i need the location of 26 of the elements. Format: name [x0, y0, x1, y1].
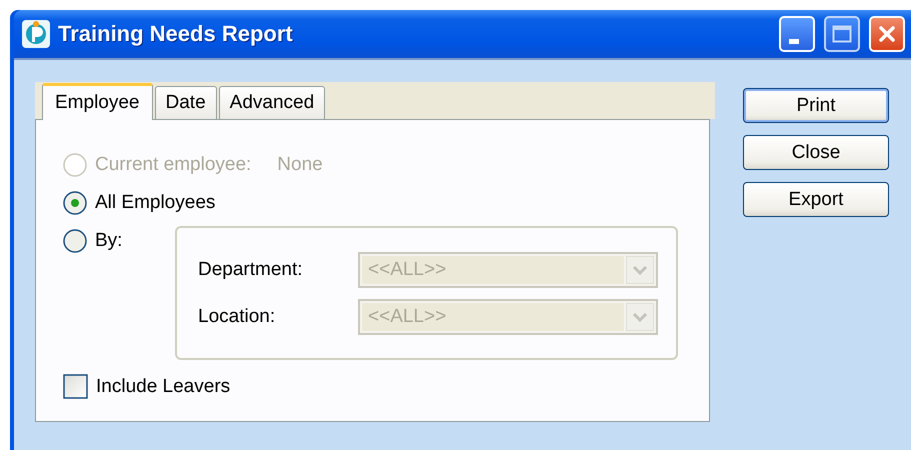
tab[interactable]: Advanced [218, 86, 326, 119]
checkbox[interactable] [63, 374, 88, 399]
action-button[interactable]: Print [743, 88, 889, 123]
caret-icon [633, 312, 647, 322]
maximize-button[interactable] [824, 16, 860, 52]
maximize-icon [832, 25, 852, 43]
radio-button[interactable] [63, 229, 87, 253]
option-label: Current employee: [95, 154, 252, 176]
option-value: None [277, 154, 323, 176]
radio-button[interactable] [63, 191, 87, 215]
app-logo-icon [22, 20, 50, 48]
window-title: Training Needs Report [58, 21, 294, 47]
close-icon [878, 25, 896, 43]
minimize-icon [789, 38, 799, 44]
close-button[interactable] [869, 16, 905, 52]
option-label: By: [95, 230, 122, 252]
action-button[interactable]: Close [743, 135, 889, 170]
caret-icon [633, 266, 647, 274]
field-label: Department: [198, 259, 304, 281]
field-label: Location: [198, 306, 276, 328]
minimize-button[interactable] [779, 16, 815, 52]
option-label: All Employees [95, 192, 216, 214]
tab[interactable]: Date [154, 86, 217, 119]
checkbox-label: Include Leavers [96, 376, 230, 398]
tab[interactable]: Employee [42, 83, 152, 120]
action-button[interactable]: Export [743, 182, 889, 217]
